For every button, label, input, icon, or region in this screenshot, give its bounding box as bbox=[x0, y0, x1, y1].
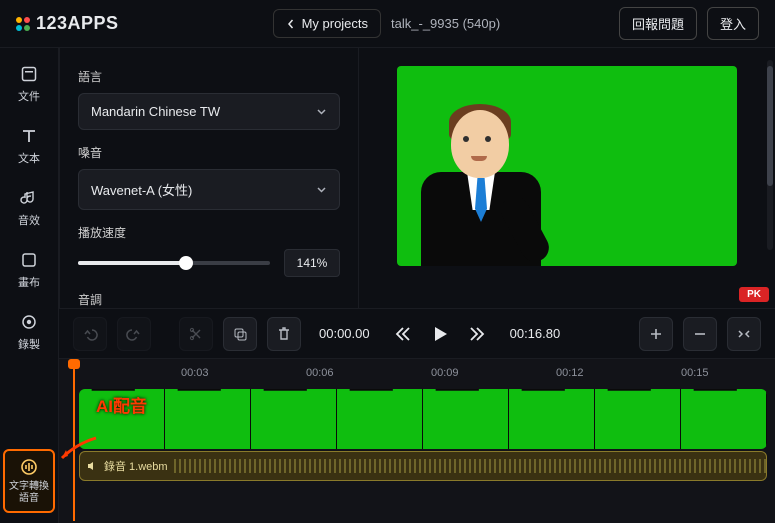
tick: 00:06 bbox=[306, 367, 334, 379]
sidebar-item-label: 文本 bbox=[18, 150, 40, 166]
voice-value: Wavenet-A (女性) bbox=[91, 180, 192, 199]
back-to-projects-button[interactable]: My projects bbox=[273, 9, 381, 38]
sidebar-item-label: 畫布 bbox=[18, 274, 40, 290]
tick: 00:03 bbox=[181, 367, 209, 379]
breadcrumb: My projects talk_-_9935 (540p) bbox=[273, 9, 501, 38]
feedback-button[interactable]: 回報問題 bbox=[619, 7, 697, 40]
project-filename: talk_-_9935 (540p) bbox=[391, 16, 500, 31]
chevron-down-icon bbox=[316, 106, 327, 117]
annotation-arrow-icon bbox=[56, 434, 100, 464]
avatar-figure bbox=[411, 106, 561, 266]
header: 123APPS My projects talk_-_9935 (540p) 回… bbox=[0, 0, 775, 48]
audio-clip-name: 錄音 1.webm bbox=[104, 458, 168, 474]
record-icon bbox=[19, 312, 39, 332]
play-button[interactable] bbox=[430, 324, 450, 344]
canvas-icon bbox=[19, 250, 39, 270]
voice-select[interactable]: Wavenet-A (女性) bbox=[78, 169, 340, 210]
tts-icon bbox=[19, 457, 39, 477]
sidebar-item-text[interactable]: 文本 bbox=[3, 122, 55, 170]
delete-button[interactable] bbox=[267, 317, 301, 351]
sidebar: 文件 文本 音效 畫布 錄製 文字轉換語音 bbox=[0, 48, 59, 523]
chevron-left-icon bbox=[286, 19, 296, 29]
tick: 00:09 bbox=[431, 367, 459, 379]
text-icon bbox=[19, 126, 39, 146]
rewind-button[interactable] bbox=[394, 325, 412, 343]
fit-button[interactable] bbox=[727, 317, 761, 351]
language-select[interactable]: Mandarin Chinese TW bbox=[78, 93, 340, 130]
speed-slider[interactable] bbox=[78, 261, 270, 265]
tts-panel: 語言 Mandarin Chinese TW 嗓音 Wavenet-A (女性)… bbox=[59, 48, 359, 308]
timeline-toolbar: 00:00.00 00:16.80 bbox=[59, 308, 775, 358]
back-label: My projects bbox=[302, 16, 368, 31]
preview-area: PK bbox=[359, 48, 775, 308]
annotation-label: AI配音 bbox=[96, 392, 147, 417]
chevron-down-icon bbox=[316, 184, 327, 195]
total-time: 00:16.80 bbox=[510, 326, 561, 341]
login-button[interactable]: 登入 bbox=[707, 7, 759, 40]
language-label: 語言 bbox=[78, 68, 340, 85]
current-time: 00:00.00 bbox=[319, 326, 370, 341]
waveform bbox=[174, 459, 766, 473]
video-preview[interactable] bbox=[397, 66, 737, 266]
zoom-in-button[interactable] bbox=[639, 317, 673, 351]
speed-label: 播放速度 bbox=[78, 224, 340, 241]
speed-value[interactable]: 141% bbox=[284, 249, 340, 277]
sidebar-item-tts[interactable]: 文字轉換語音 bbox=[3, 449, 55, 513]
zoom-out-button[interactable] bbox=[683, 317, 717, 351]
undo-button[interactable] bbox=[73, 317, 107, 351]
main: 語言 Mandarin Chinese TW 嗓音 Wavenet-A (女性)… bbox=[59, 48, 775, 523]
header-right: 回報問題 登入 bbox=[619, 7, 759, 40]
sidebar-item-label: 音效 bbox=[18, 212, 40, 228]
tick: 00:12 bbox=[556, 367, 584, 379]
sidebar-item-audio[interactable]: 音效 bbox=[3, 184, 55, 232]
audio-track[interactable]: 錄音 1.webm bbox=[79, 451, 767, 481]
video-track[interactable] bbox=[79, 389, 767, 449]
timeline[interactable]: 00:03 00:06 00:09 00:12 00:15 錄音 1.webm bbox=[59, 358, 775, 523]
cut-button[interactable] bbox=[179, 317, 213, 351]
music-note-icon bbox=[19, 188, 39, 208]
watermark: PK bbox=[739, 287, 769, 302]
pitch-label: 音調 bbox=[78, 291, 340, 308]
forward-button[interactable] bbox=[468, 325, 486, 343]
language-value: Mandarin Chinese TW bbox=[91, 104, 220, 119]
logo-dots-icon bbox=[16, 17, 30, 31]
tick: 00:15 bbox=[681, 367, 709, 379]
brand-name: 123APPS bbox=[36, 13, 119, 34]
sidebar-item-canvas[interactable]: 畫布 bbox=[3, 246, 55, 294]
sidebar-item-label: 文字轉換語音 bbox=[7, 481, 51, 505]
redo-button[interactable] bbox=[117, 317, 151, 351]
sidebar-item-label: 文件 bbox=[18, 88, 40, 104]
sidebar-item-label: 錄製 bbox=[18, 336, 40, 352]
voice-label: 嗓音 bbox=[78, 144, 340, 161]
timeline-ruler[interactable]: 00:03 00:06 00:09 00:12 00:15 bbox=[71, 359, 775, 387]
sidebar-item-record[interactable]: 錄製 bbox=[3, 308, 55, 356]
logo: 123APPS bbox=[16, 13, 119, 34]
copy-button[interactable] bbox=[223, 317, 257, 351]
file-icon bbox=[19, 64, 39, 84]
sidebar-item-file[interactable]: 文件 bbox=[3, 60, 55, 108]
